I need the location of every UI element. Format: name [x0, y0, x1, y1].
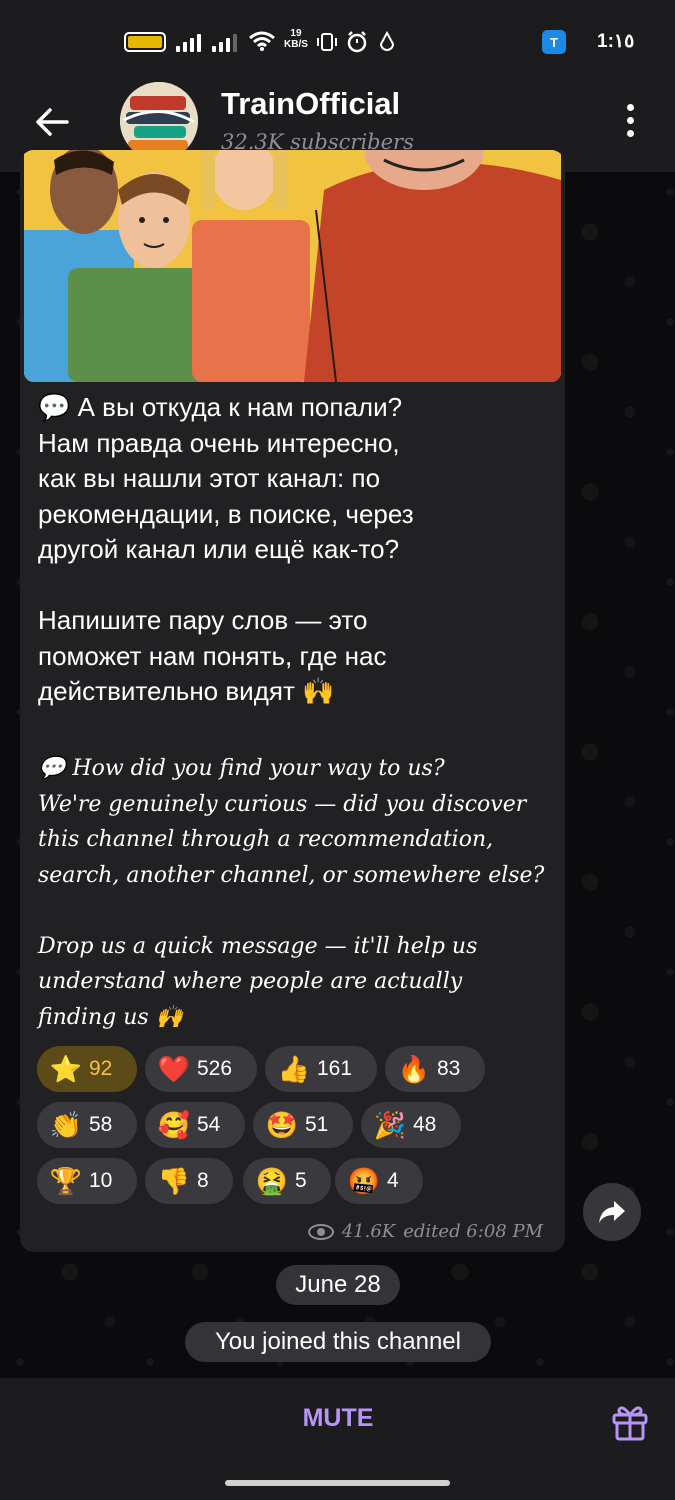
reaction-thumbs-down[interactable]: 👎 8: [145, 1158, 233, 1204]
date-separator: June 28: [276, 1265, 400, 1305]
gift-icon: [612, 1406, 648, 1441]
back-arrow-icon: [36, 108, 69, 136]
edited-time: edited 6:08 PM: [403, 1221, 543, 1242]
channel-title[interactable]: TrainOfficial: [221, 86, 400, 122]
share-button[interactable]: [583, 1183, 641, 1241]
reaction-thumbs-up[interactable]: 👍 161: [265, 1046, 377, 1092]
wifi-icon: [249, 31, 275, 51]
message-meta: 41.6K edited 6:08 PM: [307, 1221, 543, 1242]
network-speed: 19 KB/S: [284, 28, 308, 50]
smiling-hearts-icon: 🥰: [157, 1109, 191, 1140]
more-options-button[interactable]: [612, 100, 648, 140]
star-struck-icon: 🤩: [265, 1109, 299, 1140]
share-icon: [599, 1201, 625, 1223]
trophy-icon: 🏆: [49, 1165, 83, 1196]
mute-button[interactable]: MUTE: [260, 1404, 416, 1444]
party-popper-icon: 🎉: [373, 1109, 407, 1140]
bottom-bar: MUTE: [0, 1378, 675, 1500]
reaction-cursing[interactable]: 🤬 4: [335, 1158, 423, 1204]
thumbs-up-icon: 👍: [277, 1053, 311, 1084]
battery-icon: [124, 32, 166, 52]
eye-icon: [307, 1223, 334, 1240]
view-count: 41.6K: [341, 1221, 396, 1242]
signal-icon-2: [212, 32, 237, 52]
message-text-en: 💬 How did you find your way to us? We're…: [38, 756, 545, 1030]
clapping-hands-icon: 👏: [49, 1109, 83, 1140]
status-bar: 19 KB/S T 1:١٥: [0, 0, 675, 82]
home-indicator[interactable]: [225, 1480, 450, 1486]
signal-icon: [176, 32, 201, 52]
fire-icon: 🔥: [397, 1053, 431, 1084]
cursing-face-icon: 🤬: [347, 1165, 381, 1196]
channel-avatar[interactable]: [120, 82, 198, 160]
alarm-icon: [347, 31, 367, 53]
thumbs-down-icon: 👎: [157, 1165, 191, 1196]
vomit-face-icon: 🤮: [255, 1165, 289, 1196]
drop-icon: [379, 31, 395, 51]
reaction-love-face[interactable]: 🥰 54: [145, 1102, 245, 1148]
service-message: You joined this channel: [185, 1322, 491, 1362]
message-image[interactable]: [24, 150, 561, 382]
more-vert-icon: [626, 103, 634, 111]
reaction-fire[interactable]: 🔥 83: [385, 1046, 485, 1092]
heart-icon: ❤️: [157, 1053, 191, 1084]
star-icon: ⭐: [49, 1053, 83, 1084]
reaction-party[interactable]: 🎉 48: [361, 1102, 461, 1148]
gift-button[interactable]: [610, 1402, 650, 1442]
clock: 1:١٥: [597, 31, 635, 52]
vibrate-icon: [317, 33, 337, 51]
reaction-vomit[interactable]: 🤮 5: [243, 1158, 331, 1204]
reaction-clap[interactable]: 👏 58: [37, 1102, 137, 1148]
message-text-ru: 💬 А вы откуда к нам попали? Нам правда о…: [38, 392, 414, 706]
reaction-trophy[interactable]: 🏆 10: [37, 1158, 137, 1204]
reaction-heart[interactable]: ❤️ 526: [145, 1046, 257, 1092]
message-bubble[interactable]: 💬 А вы откуда к нам попали? Нам правда о…: [20, 150, 565, 1252]
app-notification-icon: T: [542, 30, 566, 54]
reaction-star[interactable]: ⭐ 92: [37, 1046, 137, 1092]
reaction-star-struck[interactable]: 🤩 51: [253, 1102, 353, 1148]
back-button[interactable]: [30, 100, 74, 144]
